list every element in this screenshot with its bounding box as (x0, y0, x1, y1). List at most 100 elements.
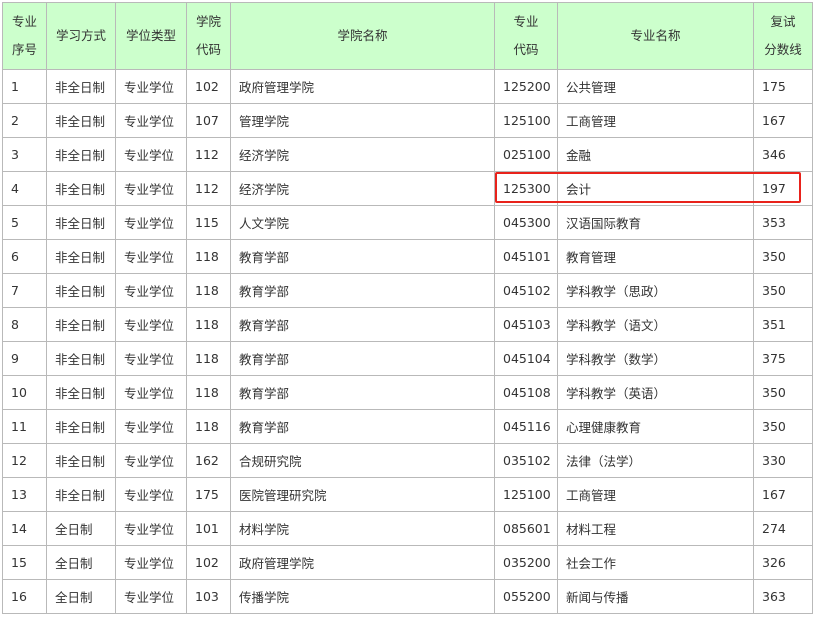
cell-retest-score: 353 (753, 205, 813, 240)
cell-college-code: 101 (186, 511, 231, 546)
cell-major-no: 4 (2, 171, 47, 206)
retest-score-table: 专业 序号 学习方式 学位类型 学院 代码 学院名称 专业 代码 专业名称 复试 分数线… (2, 2, 813, 614)
cell-college-code: 118 (186, 307, 231, 342)
cell-college-name: 教育学部 (230, 409, 495, 444)
cell-college-name: 传播学院 (230, 579, 495, 614)
cell-study-mode: 非全日制 (46, 341, 116, 376)
cell-retest-score: 167 (753, 477, 813, 512)
cell-college-code: 115 (186, 205, 231, 240)
cell-retest-score: 363 (753, 579, 813, 614)
cell-college-name: 政府管理学院 (230, 69, 495, 104)
table-row: 9 非全日制 专业学位 118 教育学部 045104 学科教学（数学） 375 (2, 341, 813, 376)
cell-major-no: 7 (2, 273, 47, 308)
cell-study-mode: 非全日制 (46, 69, 116, 104)
cell-major-no: 15 (2, 545, 47, 580)
cell-degree-type: 专业学位 (115, 409, 187, 444)
cell-major-code: 085601 (494, 511, 558, 546)
cell-degree-type: 专业学位 (115, 205, 187, 240)
table-row: 2 非全日制 专业学位 107 管理学院 125100 工商管理 167 (2, 103, 813, 138)
cell-study-mode: 非全日制 (46, 103, 116, 138)
cell-college-name: 教育学部 (230, 273, 495, 308)
table-row: 16 全日制 专业学位 103 传播学院 055200 新闻与传播 363 (2, 579, 813, 614)
cell-major-name: 会计 (557, 171, 754, 206)
cell-major-no: 6 (2, 239, 47, 274)
cell-major-no: 9 (2, 341, 47, 376)
cell-study-mode: 非全日制 (46, 205, 116, 240)
cell-degree-type: 专业学位 (115, 545, 187, 580)
cell-study-mode: 全日制 (46, 511, 116, 546)
cell-major-code: 045104 (494, 341, 558, 376)
cell-retest-score: 197 (753, 171, 813, 206)
header-degree-type: 学位类型 (115, 2, 187, 70)
table-row: 6 非全日制 专业学位 118 教育学部 045101 教育管理 350 (2, 239, 813, 274)
cell-college-code: 107 (186, 103, 231, 138)
cell-major-no: 5 (2, 205, 47, 240)
table-row: 5 非全日制 专业学位 115 人文学院 045300 汉语国际教育 353 (2, 205, 813, 240)
cell-degree-type: 专业学位 (115, 307, 187, 342)
cell-major-code: 045300 (494, 205, 558, 240)
cell-major-code: 125100 (494, 103, 558, 138)
table-row: 4 非全日制 专业学位 112 经济学院 125300 会计 197 (2, 171, 813, 206)
cell-degree-type: 专业学位 (115, 171, 187, 206)
cell-major-name: 法律（法学） (557, 443, 754, 478)
cell-degree-type: 专业学位 (115, 511, 187, 546)
cell-major-name: 学科教学（语文） (557, 307, 754, 342)
cell-degree-type: 专业学位 (115, 443, 187, 478)
cell-study-mode: 非全日制 (46, 409, 116, 444)
cell-study-mode: 非全日制 (46, 171, 116, 206)
header-major-name: 专业名称 (557, 2, 754, 70)
cell-retest-score: 274 (753, 511, 813, 546)
table-body: 1 非全日制 专业学位 102 政府管理学院 125200 公共管理 175 2 非全日制 专业学位… (2, 69, 813, 614)
cell-college-name: 教育学部 (230, 375, 495, 410)
table-row: 10 非全日制 专业学位 118 教育学部 045108 学科教学（英语） 350 (2, 375, 813, 410)
cell-degree-type: 专业学位 (115, 239, 187, 274)
table-row: 12 非全日制 专业学位 162 合规研究院 035102 法律（法学） 330 (2, 443, 813, 478)
cell-retest-score: 175 (753, 69, 813, 104)
cell-retest-score: 375 (753, 341, 813, 376)
cell-college-name: 合规研究院 (230, 443, 495, 478)
cell-college-name: 经济学院 (230, 137, 495, 172)
cell-retest-score: 350 (753, 409, 813, 444)
cell-major-name: 学科教学（英语） (557, 375, 754, 410)
cell-major-name: 材料工程 (557, 511, 754, 546)
table-row: 15 全日制 专业学位 102 政府管理学院 035200 社会工作 326 (2, 545, 813, 580)
cell-major-no: 14 (2, 511, 47, 546)
cell-major-name: 学科教学（数学） (557, 341, 754, 376)
cell-college-name: 材料学院 (230, 511, 495, 546)
cell-college-name: 教育学部 (230, 341, 495, 376)
cell-degree-type: 专业学位 (115, 579, 187, 614)
cell-major-name: 工商管理 (557, 477, 754, 512)
cell-degree-type: 专业学位 (115, 137, 187, 172)
cell-college-code: 102 (186, 69, 231, 104)
cell-major-code: 045102 (494, 273, 558, 308)
cell-major-no: 12 (2, 443, 47, 478)
cell-degree-type: 专业学位 (115, 273, 187, 308)
table-row: 8 非全日制 专业学位 118 教育学部 045103 学科教学（语文） 351 (2, 307, 813, 342)
cell-college-code: 175 (186, 477, 231, 512)
cell-retest-score: 326 (753, 545, 813, 580)
cell-college-code: 103 (186, 579, 231, 614)
table-row: 13 非全日制 专业学位 175 医院管理研究院 125100 工商管理 167 (2, 477, 813, 512)
cell-major-name: 心理健康教育 (557, 409, 754, 444)
table-header-row: 专业 序号 学习方式 学位类型 学院 代码 学院名称 专业 代码 专业名称 复试 分数线 (2, 2, 813, 70)
cell-college-code: 118 (186, 375, 231, 410)
cell-major-code: 035200 (494, 545, 558, 580)
cell-major-name: 汉语国际教育 (557, 205, 754, 240)
cell-study-mode: 非全日制 (46, 137, 116, 172)
cell-major-name: 教育管理 (557, 239, 754, 274)
cell-major-no: 1 (2, 69, 47, 104)
cell-college-code: 102 (186, 545, 231, 580)
cell-major-code: 055200 (494, 579, 558, 614)
cell-major-no: 13 (2, 477, 47, 512)
cell-study-mode: 非全日制 (46, 443, 116, 478)
cell-retest-score: 330 (753, 443, 813, 478)
cell-major-code: 045101 (494, 239, 558, 274)
cell-major-name: 社会工作 (557, 545, 754, 580)
cell-college-code: 118 (186, 341, 231, 376)
cell-degree-type: 专业学位 (115, 103, 187, 138)
header-major-code: 专业 代码 (494, 2, 558, 70)
cell-college-name: 教育学部 (230, 307, 495, 342)
cell-major-name: 工商管理 (557, 103, 754, 138)
cell-major-name: 公共管理 (557, 69, 754, 104)
cell-college-name: 管理学院 (230, 103, 495, 138)
